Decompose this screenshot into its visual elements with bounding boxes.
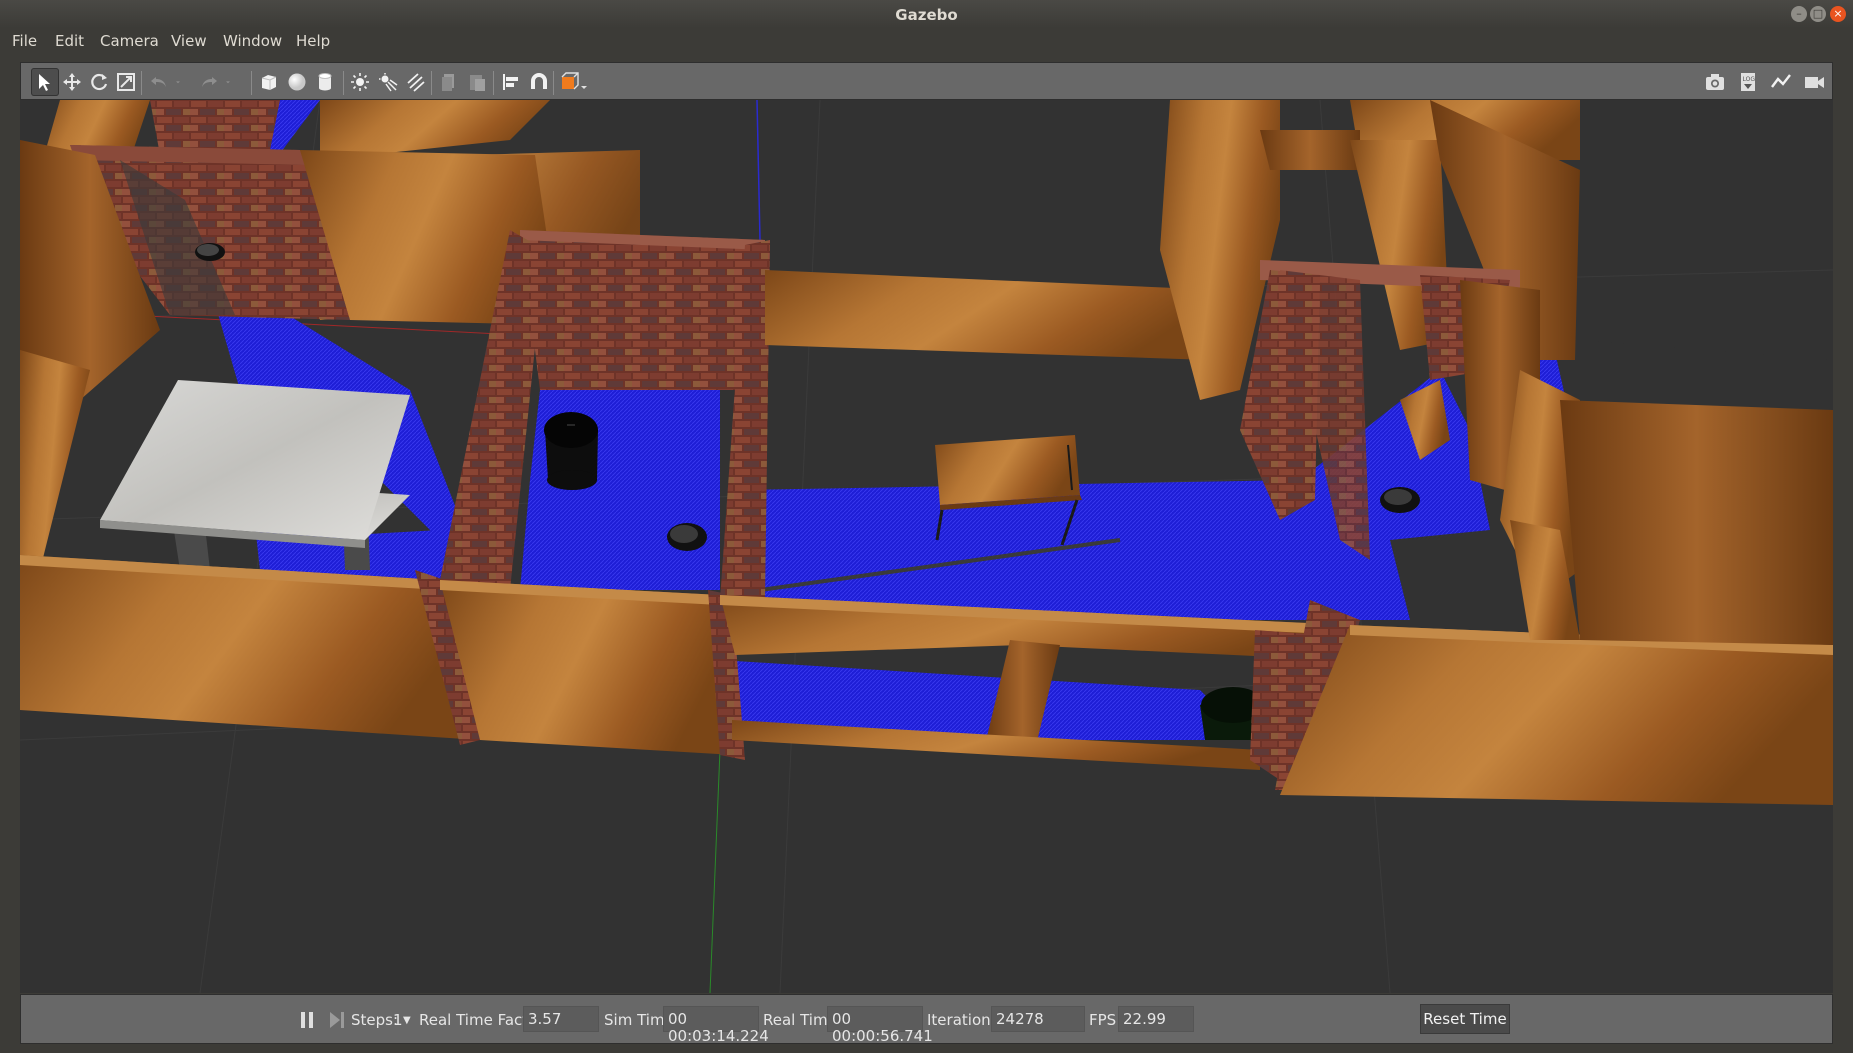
menu-bar: File Edit Camera View Window Help [0,28,1853,56]
simulation-status-bar: Steps: 1 ▼ Real Time Factor: 3.57 Sim Ti… [20,994,1833,1045]
reset-time-button[interactable]: Reset Time [1420,1004,1510,1034]
right-panel-handle[interactable]: ⋮ [1830,644,1833,659]
screenshot-icon[interactable] [1701,68,1729,96]
menu-view[interactable]: View [171,32,207,50]
directional-light-icon[interactable] [402,68,430,96]
menu-file[interactable]: File [12,32,37,50]
menu-window[interactable]: Window [223,32,282,50]
close-icon[interactable]: × [1830,6,1846,22]
scale-icon[interactable] [112,68,140,96]
menu-window-label: Window [223,32,283,50]
translate-icon[interactable] [58,68,86,96]
turtlebot-robot [667,523,707,551]
redo-icon[interactable] [195,68,223,96]
turtlebot-robot [1380,487,1420,513]
steps-label: Steps: [351,1011,399,1029]
turtlebot-robot [195,243,225,261]
view-angle-icon[interactable] [557,68,591,96]
cylinder-shape-icon[interactable] [311,68,339,96]
box-shape-icon[interactable] [255,68,283,96]
undo-icon[interactable] [145,68,173,96]
barrel-obstacle [544,412,598,490]
steps-dropdown-icon[interactable]: ▼ [403,1015,411,1026]
maximize-icon[interactable]: □ [1810,6,1826,22]
step-forward-icon[interactable] [327,1010,347,1030]
simulation-scene [20,100,1833,993]
pause-icon[interactable] [297,1010,317,1030]
sim-time-value: 00 00:03:14.224 [663,1006,769,1045]
window-title: Gazebo [895,6,958,24]
fps-label: FPS: [1089,1011,1122,1029]
fps-value: 22.99 [1118,1006,1194,1032]
undo-dropdown-icon[interactable] [171,68,185,96]
rtf-value: 3.57 [523,1006,599,1032]
menu-camera[interactable]: Camera [100,32,159,50]
video-record-icon[interactable] [1800,68,1828,96]
paste-icon[interactable] [463,68,491,96]
menu-camera-label: Camera [100,32,159,50]
title-bar: Gazebo – □ × [0,0,1853,29]
menu-view-label: View [171,32,207,50]
spot-light-icon[interactable] [374,68,402,96]
copy-icon[interactable] [435,68,463,96]
toolbar: LOG [20,62,1833,100]
rotate-icon[interactable] [85,68,113,96]
3d-viewport[interactable]: ⋮ ⋮ [20,100,1833,993]
select-arrow-icon[interactable] [31,68,59,96]
snap-magnet-icon[interactable] [525,68,553,96]
sphere-shape-icon[interactable] [283,68,311,96]
menu-help-label: Help [296,32,331,50]
real-time-value: 00 00:00:56.741 [827,1006,933,1045]
align-icon[interactable] [497,68,525,96]
plot-icon[interactable] [1767,68,1795,96]
menu-file-label: File [12,32,38,50]
menu-edit-label: Edit [55,32,85,50]
redo-dropdown-icon[interactable] [221,68,235,96]
log-icon[interactable]: LOG [1734,68,1762,96]
iterations-value: 24278 [991,1006,1085,1032]
svg-text:LOG: LOG [1743,76,1756,83]
point-light-icon[interactable] [346,68,374,96]
steps-value[interactable]: 1 [393,1011,403,1029]
minimize-icon[interactable]: – [1791,6,1807,22]
menu-edit[interactable]: Edit [55,32,84,50]
menu-help[interactable]: Help [296,32,330,50]
